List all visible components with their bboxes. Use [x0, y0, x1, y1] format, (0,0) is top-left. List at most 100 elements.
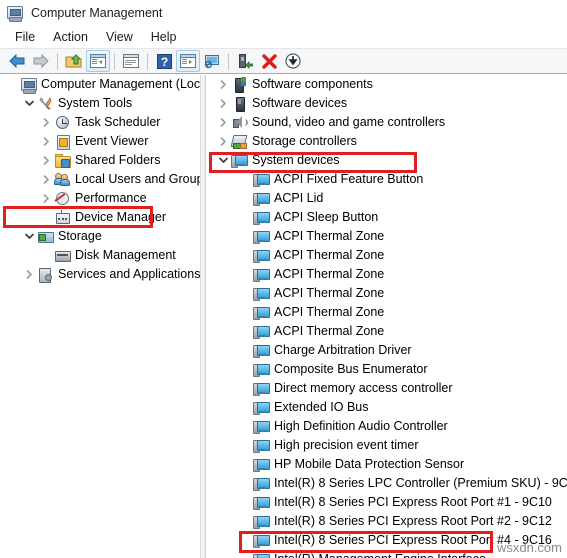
device-item-label: ACPI Thermal Zone [274, 248, 385, 262]
expander-placeholder [237, 493, 253, 512]
device-item-label: Software devices [252, 96, 348, 110]
tree-item-row[interactable]: Computer Management (Local [0, 75, 200, 94]
help-button[interactable]: ? [152, 50, 176, 72]
chevron-right-icon [220, 137, 226, 146]
tree-item-label: Storage [58, 229, 102, 243]
watermark: wsxdn.com [496, 540, 562, 555]
properties-icon [123, 54, 139, 68]
tree-item-row[interactable]: System Tools [0, 94, 200, 113]
chevron-right-icon[interactable] [38, 132, 54, 151]
device-item-row[interactable]: Composite Bus Enumerator [206, 360, 567, 379]
chevron-right-icon [43, 137, 49, 146]
tree-item-row[interactable]: Device Manager [0, 208, 200, 227]
device-item-row[interactable]: Storage controllers [206, 132, 567, 151]
chevron-right-icon[interactable] [215, 75, 231, 94]
device-item-row[interactable]: ACPI Fixed Feature Button [206, 170, 567, 189]
expander-placeholder [237, 170, 253, 189]
chevron-down-icon[interactable] [21, 227, 37, 246]
show-hide-action-pane-button[interactable] [176, 50, 200, 72]
console-tree-pane[interactable]: Computer Management (Local System Tools Ta… [0, 75, 201, 558]
device-item-row[interactable]: Software devices [206, 94, 567, 113]
menu-help[interactable]: Help [142, 28, 186, 46]
device-item-row[interactable]: Intel(R) 8 Series PCI Express Root Port … [206, 493, 567, 512]
up-one-level-button[interactable] [62, 50, 86, 72]
device-item-label: System devices [252, 153, 340, 167]
device-item-row[interactable]: System devices [206, 151, 567, 170]
tree-item-row[interactable]: Shared Folders [0, 151, 200, 170]
chevron-right-icon[interactable] [38, 113, 54, 132]
back-button[interactable] [5, 50, 29, 72]
chevron-right-icon[interactable] [21, 265, 37, 284]
device-manager-pane[interactable]: Software components Software devices Sound… [206, 75, 567, 558]
expander-placeholder [237, 246, 253, 265]
update-driver-icon [239, 53, 253, 69]
device-item-row[interactable]: Extended IO Bus [206, 398, 567, 417]
tree-item-row[interactable]: Storage [0, 227, 200, 246]
menu-view[interactable]: View [97, 28, 142, 46]
device-item-row[interactable]: ACPI Thermal Zone [206, 265, 567, 284]
device-item-row[interactable]: Charge Arbitration Driver [206, 341, 567, 360]
device-item-row[interactable]: ACPI Thermal Zone [206, 303, 567, 322]
device-item-row[interactable]: Direct memory access controller [206, 379, 567, 398]
chevron-right-icon[interactable] [215, 94, 231, 113]
chevron-right-icon [26, 270, 32, 279]
expander-placeholder [237, 398, 253, 417]
toolbar-separator [57, 52, 58, 70]
chevron-right-icon[interactable] [215, 132, 231, 151]
system-device-icon [253, 172, 270, 188]
device-item-row[interactable]: Sound, video and game controllers [206, 113, 567, 132]
show-hide-console-tree-button[interactable] [86, 50, 110, 72]
chevron-right-icon [43, 175, 49, 184]
performance-icon [54, 191, 71, 207]
device-manager-icon [54, 209, 71, 226]
tree-item-row[interactable]: Task Scheduler [0, 113, 200, 132]
device-item-row[interactable]: Software components [206, 75, 567, 94]
tree-item-row[interactable]: Local Users and Groups [0, 170, 200, 189]
system-device-icon [253, 514, 270, 530]
device-item-row[interactable]: ACPI Thermal Zone [206, 322, 567, 341]
chevron-down-icon [218, 157, 228, 163]
tree-item-row[interactable]: Performance [0, 189, 200, 208]
device-item-row[interactable]: ACPI Thermal Zone [206, 246, 567, 265]
chevron-down-icon[interactable] [215, 151, 231, 170]
console-tree-icon [90, 54, 106, 68]
scan-hardware-changes-button[interactable] [200, 50, 224, 72]
storage-icon [37, 229, 54, 245]
system-device-icon [253, 229, 270, 245]
uninstall-device-button[interactable] [257, 50, 281, 72]
device-item-row[interactable]: ACPI Lid [206, 189, 567, 208]
device-item-row[interactable]: High Definition Audio Controller [206, 417, 567, 436]
expander-placeholder [237, 417, 253, 436]
tree-item-row[interactable]: Services and Applications [0, 265, 200, 284]
folder-up-icon [65, 54, 82, 68]
expander-placeholder [237, 208, 253, 227]
device-item-row[interactable]: ACPI Thermal Zone [206, 284, 567, 303]
device-item-row[interactable]: Intel(R) 8 Series PCI Express Root Port … [206, 512, 567, 531]
tree-item-label: Device Manager [75, 210, 167, 224]
device-item-label: ACPI Thermal Zone [274, 229, 385, 243]
expander-placeholder [237, 436, 253, 455]
device-item-row[interactable]: HP Mobile Data Protection Sensor [206, 455, 567, 474]
chevron-right-icon[interactable] [215, 113, 231, 132]
tree-item-row[interactable]: Disk Management [0, 246, 200, 265]
device-item-row[interactable]: Intel(R) 8 Series LPC Controller (Premiu… [206, 474, 567, 493]
disable-device-button[interactable] [281, 50, 305, 72]
services-icon [37, 267, 54, 283]
device-item-row[interactable]: High precision event timer [206, 436, 567, 455]
chevron-down-icon[interactable] [21, 94, 37, 113]
software-component-icon [231, 76, 248, 93]
chevron-right-icon[interactable] [38, 151, 54, 170]
device-item-row[interactable]: ACPI Sleep Button [206, 208, 567, 227]
device-item-row[interactable]: ACPI Thermal Zone [206, 227, 567, 246]
menu-action[interactable]: Action [44, 28, 97, 46]
expander-placeholder [237, 379, 253, 398]
properties-button[interactable] [119, 50, 143, 72]
forward-button[interactable] [29, 50, 53, 72]
menu-file[interactable]: File [6, 28, 44, 46]
device-item-label: ACPI Sleep Button [274, 210, 379, 224]
chevron-right-icon[interactable] [38, 189, 54, 208]
system-device-icon [253, 438, 270, 454]
update-driver-button[interactable] [233, 50, 257, 72]
chevron-right-icon[interactable] [38, 170, 54, 189]
tree-item-row[interactable]: Event Viewer [0, 132, 200, 151]
